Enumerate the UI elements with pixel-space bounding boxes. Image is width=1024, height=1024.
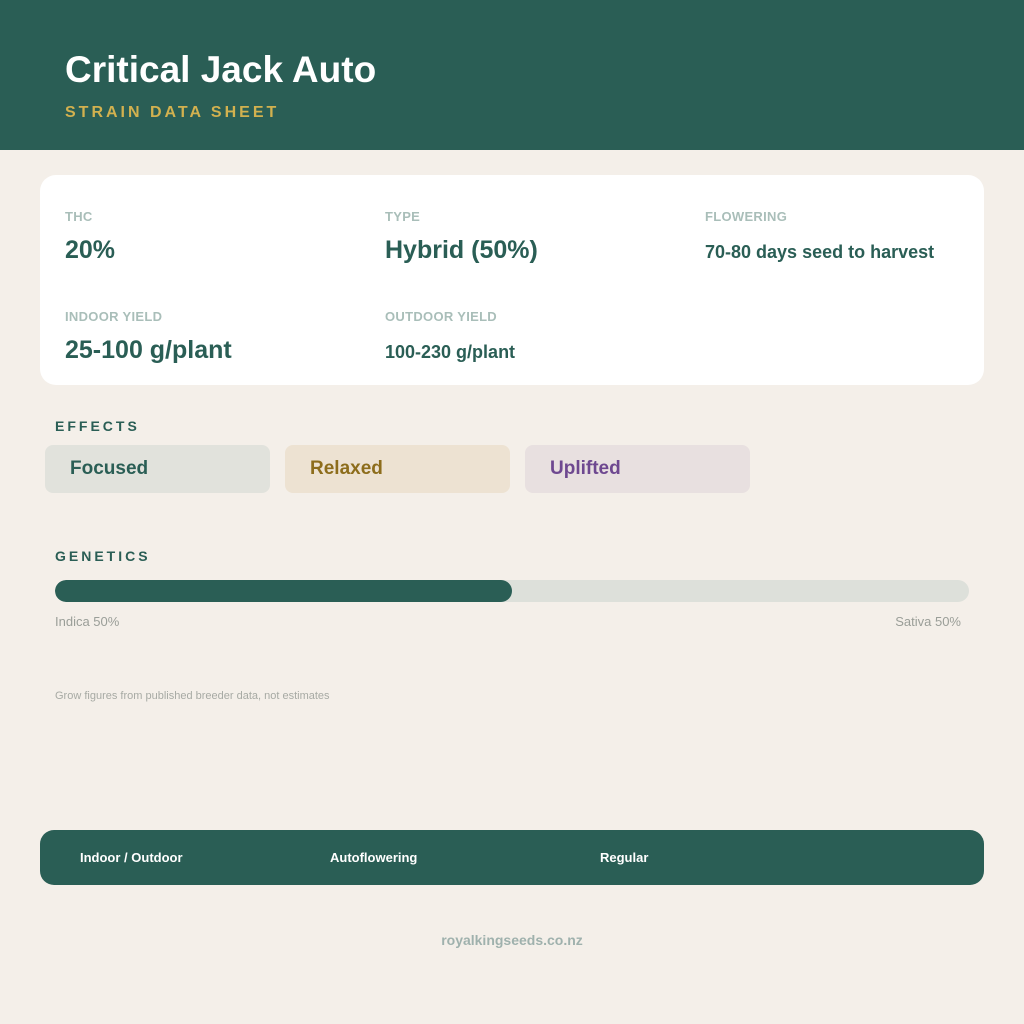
data-source-note: Grow figures from published breeder data… xyxy=(55,690,330,702)
indica-label: Indica 50% xyxy=(55,614,120,629)
effect-chip-uplifted: Uplifted xyxy=(525,445,750,493)
footer-item-environment: Indoor / Outdoor xyxy=(80,850,183,865)
genetics-bar-indica-fill xyxy=(55,580,512,602)
stat-indoor-yield-value: 25-100 g/plant xyxy=(65,336,232,364)
page-subtitle: STRAIN DATA SHEET xyxy=(65,104,280,121)
stat-flowering-label: FLOWERING xyxy=(705,209,788,224)
footer-item-flowering-type: Autoflowering xyxy=(330,850,418,865)
stat-outdoor-yield-label: OUTDOOR YIELD xyxy=(385,309,498,324)
footer-item-seed-type: Regular xyxy=(600,850,649,865)
effect-chip-focused: Focused xyxy=(45,445,270,493)
stat-indoor-yield: INDOOR YIELD 25-100 g/plant xyxy=(65,309,232,365)
stat-flowering-value: 70-80 days seed to harvest xyxy=(705,242,935,262)
stats-card: THC 20% TYPE Hybrid (50%) FLOWERING 70-8… xyxy=(40,175,984,385)
website-link[interactable]: royalkingseeds.co.nz xyxy=(0,932,1024,948)
stat-thc-label: THC xyxy=(65,209,93,224)
effects-heading: EFFECTS xyxy=(55,418,140,434)
genetics-bar xyxy=(55,580,969,602)
effect-chip-relaxed: Relaxed xyxy=(285,445,510,493)
footer-attributes-bar: Indoor / Outdoor Autoflowering Regular xyxy=(40,830,984,885)
stat-outdoor-yield: OUTDOOR YIELD 100-230 g/plant xyxy=(385,309,515,363)
stat-thc-value: 20% xyxy=(65,236,116,264)
stat-indoor-yield-label: INDOOR YIELD xyxy=(65,309,163,324)
header-banner: Critical Jack Auto STRAIN DATA SHEET xyxy=(0,0,1024,150)
page-title: Critical Jack Auto xyxy=(65,49,377,90)
stat-thc: THC 20% xyxy=(65,209,115,265)
stat-type-label: TYPE xyxy=(385,209,421,224)
genetics-heading: GENETICS xyxy=(55,548,151,564)
stat-type: TYPE Hybrid (50%) xyxy=(385,209,538,265)
stat-type-value: Hybrid (50%) xyxy=(385,236,538,264)
sativa-label: Sativa 50% xyxy=(895,614,961,629)
stat-flowering: FLOWERING 70-80 days seed to harvest xyxy=(705,209,934,263)
stat-outdoor-yield-value: 100-230 g/plant xyxy=(385,342,516,362)
